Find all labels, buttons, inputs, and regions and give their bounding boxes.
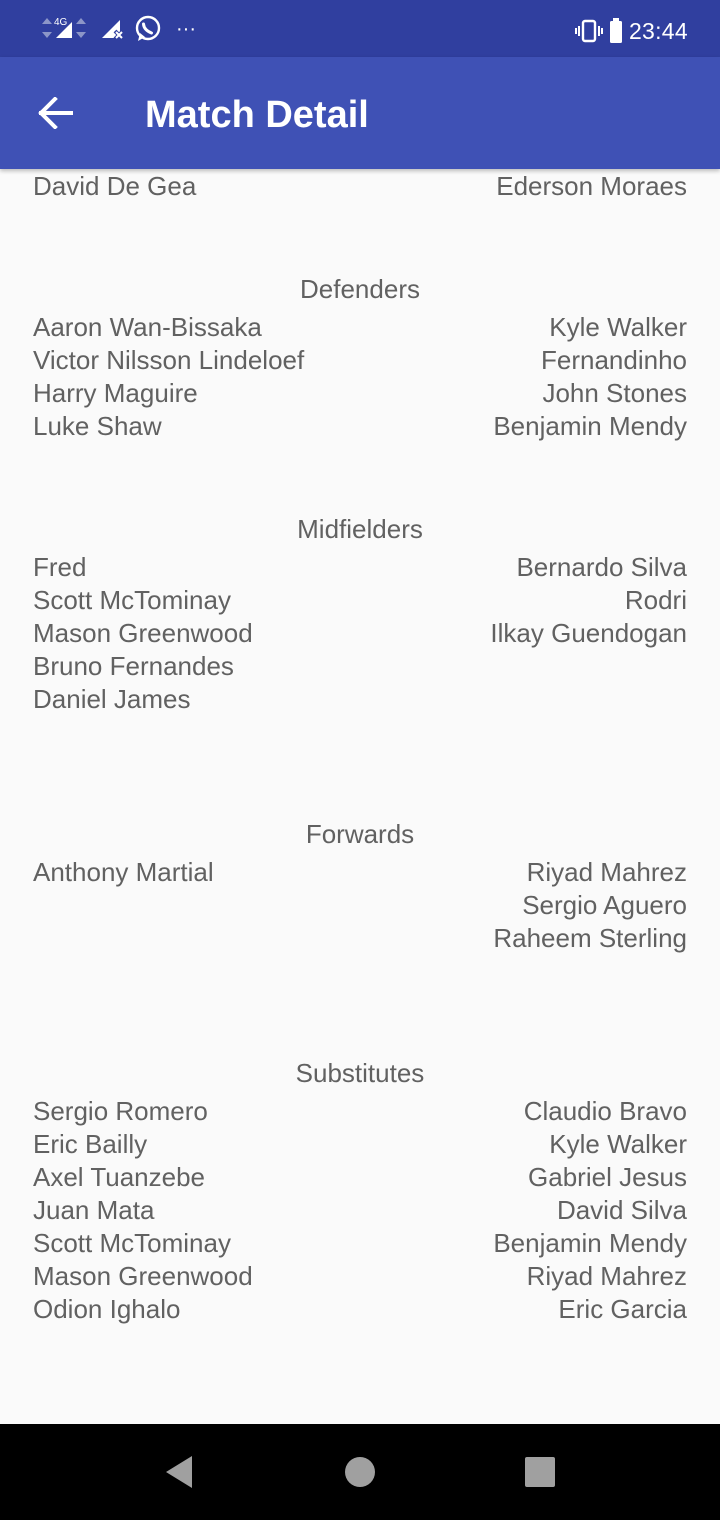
player-name: Sergio Aguero: [522, 890, 687, 920]
section-heading: Midfielders: [297, 514, 423, 544]
away-goalkeepers: Ederson Moraes: [496, 170, 687, 203]
nav-back-button[interactable]: [160, 1452, 200, 1492]
player-name: Fernandinho: [541, 345, 687, 375]
player-name: David De Gea: [33, 171, 197, 201]
app-bar: Match Detail: [0, 57, 720, 169]
status-icons-right: 23:44: [574, 16, 688, 46]
status-icons-left: 4G ···: [40, 14, 196, 44]
section-heading: Forwards: [305, 819, 415, 849]
player-name: Benjamin Mendy: [493, 411, 687, 441]
arrow-left-icon: [38, 97, 73, 129]
nav-recents-button[interactable]: [520, 1452, 560, 1492]
player-name: Sergio Romero: [33, 1096, 208, 1126]
player-name: Anthony Martial: [33, 857, 214, 887]
square-recents-icon: [525, 1457, 555, 1487]
player-name: Bruno Fernandes: [33, 651, 234, 681]
status-bar: 4G ··· 23:44: [0, 0, 720, 57]
home-substitutes: Sergio Romero Eric Bailly Axel Tuanzebe …: [33, 1095, 253, 1326]
player-name: Ederson Moraes: [496, 171, 687, 201]
player-name: Mason Greenwood: [33, 1261, 253, 1291]
player-name: David Silva: [556, 1195, 687, 1225]
away-midfielders: Bernardo Silva Rodri Ilkay Guendogan: [490, 551, 687, 650]
signal-4g-icon: 4G: [42, 17, 86, 38]
section-heading: Substitutes: [295, 1058, 425, 1088]
home-forwards: Anthony Martial: [33, 856, 214, 889]
home-midfielders: Fred Scott McTominay Mason Greenwood Bru…: [33, 551, 253, 716]
player-name: Kyle Walker: [549, 312, 687, 342]
player-name: Riyad Mahrez: [526, 1261, 687, 1291]
player-name: Kyle Walker: [549, 1129, 687, 1159]
player-name: Fred: [33, 552, 87, 582]
player-name: Riyad Mahrez: [526, 857, 687, 887]
player-name: Benjamin Mendy: [493, 1228, 687, 1258]
vibrate-icon: [574, 19, 603, 43]
away-defenders: Kyle Walker Fernandinho John Stones Benj…: [493, 311, 687, 443]
player-name: Eric Bailly: [33, 1129, 148, 1159]
player-name: Luke Shaw: [33, 411, 162, 441]
home-goalkeepers: David De Gea: [33, 170, 196, 203]
player-name: Scott McTominay: [33, 585, 231, 615]
player-name: John Stones: [542, 378, 687, 408]
player-name: Bernardo Silva: [516, 552, 687, 582]
player-name: Ilkay Guendogan: [490, 618, 687, 648]
player-name: Raheem Sterling: [493, 923, 687, 953]
status-clock: 23:44: [628, 17, 688, 44]
player-name: Odion Ighalo: [33, 1294, 181, 1324]
player-name: Scott McTominay: [33, 1228, 231, 1258]
more-notifications-icon: ···: [176, 17, 196, 40]
circle-home-icon: [345, 1457, 375, 1487]
away-forwards: Riyad Mahrez Sergio Aguero Raheem Sterli…: [493, 856, 687, 955]
player-name: Aaron Wan-Bissaka: [33, 312, 262, 342]
player-name: Mason Greenwood: [33, 618, 253, 648]
player-name: Axel Tuanzebe: [33, 1162, 206, 1192]
page-title: Match Detail: [145, 94, 369, 136]
player-name: Victor Nilsson Lindeloef: [33, 345, 305, 375]
section-heading: Defenders: [300, 274, 420, 304]
triangle-back-icon: [166, 1456, 192, 1488]
player-name: Gabriel Jesus: [528, 1162, 687, 1192]
whatsapp-icon: [135, 15, 161, 41]
player-name: Claudio Bravo: [523, 1096, 687, 1126]
back-button[interactable]: [24, 81, 88, 145]
signal-no-sim-icon: [102, 20, 125, 41]
battery-icon: [609, 18, 622, 43]
match-lineups: David De Gea Ederson Moraes Defenders Aa…: [0, 169, 720, 1424]
away-substitutes: Claudio Bravo Kyle Walker Gabriel Jesus …: [493, 1095, 687, 1326]
player-name: Daniel James: [33, 684, 191, 714]
player-name: Rodri: [624, 585, 687, 615]
player-name: Harry Maguire: [33, 378, 198, 408]
navigation-bar: [0, 1424, 720, 1520]
player-name: Juan Mata: [33, 1195, 155, 1225]
player-name: Eric Garcia: [558, 1294, 687, 1324]
network-type-label: 4G: [54, 17, 68, 28]
home-defenders: Aaron Wan-Bissaka Victor Nilsson Lindelo…: [33, 311, 304, 443]
nav-home-button[interactable]: [340, 1452, 380, 1492]
